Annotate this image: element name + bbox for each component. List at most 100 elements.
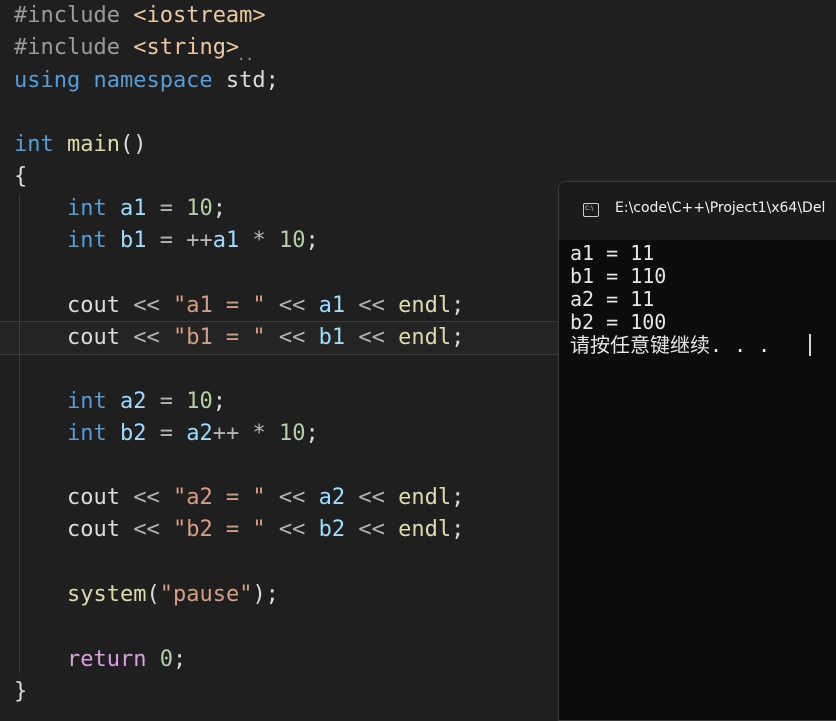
code-token: ); xyxy=(252,582,279,607)
code-token: 0 xyxy=(159,647,173,672)
code-line[interactable]: int b2 = a2++ * 10; xyxy=(14,418,319,450)
code-token: 10 xyxy=(186,196,213,221)
code-token: b1 xyxy=(318,325,346,350)
code-token: ; xyxy=(212,389,226,414)
code-token: b2 xyxy=(318,517,346,542)
code-line[interactable]: cout << "a2 = " << a2 << endl; xyxy=(14,482,464,514)
console-output-line: a1 = 11 xyxy=(570,241,655,265)
code-token: << xyxy=(119,485,173,510)
code-token: <iostream> xyxy=(133,3,266,28)
code-token: #include xyxy=(14,35,134,60)
console-output-line: 请按任意键继续. . . xyxy=(570,333,771,357)
code-token: #include xyxy=(14,3,134,28)
code-token: ; xyxy=(451,485,465,510)
code-line[interactable]: { xyxy=(14,161,27,193)
code-token: cout xyxy=(66,293,120,318)
code-token: cout xyxy=(66,325,120,350)
include-hint: .. xyxy=(237,48,254,64)
code-token: 10 xyxy=(278,228,306,253)
code-token: } xyxy=(14,679,28,704)
code-token: main xyxy=(66,132,120,157)
code-line[interactable]: return 0; xyxy=(14,644,186,676)
code-line[interactable]: } xyxy=(14,676,27,708)
code-token: int xyxy=(66,389,120,414)
code-line[interactable]: int main() xyxy=(14,129,146,161)
code-token: system xyxy=(66,582,147,607)
code-line[interactable]: cout << "a1 = " << a1 << endl; xyxy=(14,290,464,322)
code-token: { xyxy=(14,164,28,189)
code-line[interactable]: cout << "b1 = " << b1 << endl; xyxy=(14,322,464,354)
code-token: << xyxy=(345,293,399,318)
code-token: 10 xyxy=(278,421,306,446)
console-tab[interactable]: E:\code\C++\Project1\x64\Del xyxy=(559,182,836,240)
console-tab-title: E:\code\C++\Project1\x64\Del xyxy=(615,200,826,216)
code-token: endl xyxy=(398,293,452,318)
code-token: int xyxy=(14,132,67,157)
code-token: << xyxy=(265,485,319,510)
code-token: "b2 = " xyxy=(172,517,266,542)
code-token: a1 xyxy=(212,228,240,253)
code-token: = xyxy=(146,421,187,446)
code-line[interactable]: #include <string> xyxy=(14,32,239,64)
code-token: = xyxy=(146,196,187,221)
code-token: << xyxy=(345,485,399,510)
code-token: ; xyxy=(172,647,187,672)
code-token: ; xyxy=(212,196,226,221)
code-token: () xyxy=(119,132,147,157)
code-token: b2 xyxy=(119,421,147,446)
code-token: << xyxy=(119,517,173,542)
code-token: "a1 = " xyxy=(172,293,266,318)
code-line[interactable]: cout << "b2 = " << b2 << endl; xyxy=(14,514,464,546)
code-token: = xyxy=(146,389,187,414)
code-token: "pause" xyxy=(159,582,253,607)
code-token: = ++ xyxy=(146,228,213,253)
console-output-line: a2 = 11 xyxy=(570,287,655,311)
code-token: cout xyxy=(66,517,120,542)
code-token: a2 xyxy=(119,389,147,414)
code-line[interactable]: system("pause"); xyxy=(14,579,279,611)
code-token: b1 xyxy=(119,228,147,253)
console-output-line: b1 = 110 xyxy=(570,264,667,288)
code-token: a2 xyxy=(318,485,346,510)
code-token: a2 xyxy=(186,421,213,446)
code-token: ; xyxy=(305,228,319,253)
code-token: int xyxy=(66,228,120,253)
code-token: endl xyxy=(398,485,452,510)
code-token: << xyxy=(119,293,173,318)
console-cursor xyxy=(809,334,811,356)
code-line[interactable]: int a1 = 10; xyxy=(14,193,226,225)
code-token: endl xyxy=(398,517,452,542)
code-line[interactable]: #include <iostream> xyxy=(14,0,266,32)
code-token: "a2 = " xyxy=(172,485,266,510)
code-token: using namespace xyxy=(14,68,226,93)
code-token: * xyxy=(239,228,279,253)
terminal-icon xyxy=(583,203,599,217)
code-line[interactable]: int a2 = 10; xyxy=(14,386,226,418)
code-token: <string> xyxy=(133,35,240,60)
code-token: 10 xyxy=(186,389,213,414)
code-token: ; xyxy=(451,293,465,318)
code-token: << xyxy=(345,325,399,350)
code-token: int xyxy=(66,421,120,446)
code-token: << xyxy=(345,517,399,542)
code-token: << xyxy=(119,325,173,350)
code-line[interactable]: int b1 = ++a1 * 10; xyxy=(14,225,319,257)
code-token: endl xyxy=(398,325,452,350)
code-token: a1 xyxy=(119,196,147,221)
code-token: ; xyxy=(305,421,319,446)
code-token: a1 xyxy=(318,293,346,318)
code-token: ; xyxy=(451,517,465,542)
code-token: ; xyxy=(451,325,465,350)
code-token: "b1 = " xyxy=(172,325,266,350)
code-token: int xyxy=(66,196,120,221)
code-token: ( xyxy=(146,582,160,607)
console-window[interactable]: E:\code\C++\Project1\x64\Del a1 = 11 b1 … xyxy=(558,181,836,721)
